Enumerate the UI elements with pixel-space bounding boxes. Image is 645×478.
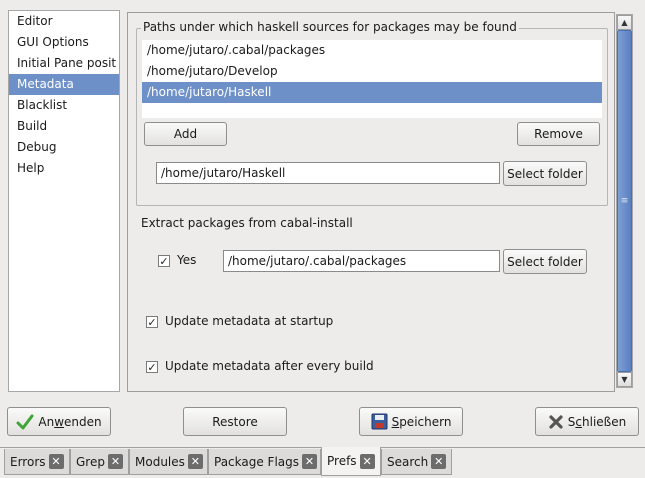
category-item-build[interactable]: Build xyxy=(9,116,119,137)
extract-select-folder-button[interactable]: Select folder xyxy=(503,249,587,274)
floppy-disk-icon xyxy=(371,413,388,430)
tab-label: Grep xyxy=(76,454,105,469)
source-path-input[interactable]: /home/jutaro/Haskell xyxy=(156,162,500,184)
category-item-metadata[interactable]: Metadata xyxy=(9,74,119,95)
tab-close-icon[interactable]: ✕ xyxy=(431,454,447,469)
category-item-initial-pane-positions[interactable]: Initial Pane posit xyxy=(9,53,119,74)
tab-close-icon[interactable]: ✕ xyxy=(187,454,203,469)
tab-close-icon[interactable]: ✕ xyxy=(302,454,318,469)
category-item-gui-options[interactable]: GUI Options xyxy=(9,32,119,53)
update-at-startup-label: Update metadata at startup xyxy=(165,314,334,328)
scroll-down-arrow[interactable]: ▼ xyxy=(617,372,632,387)
extract-section-title: Extract packages from cabal-install xyxy=(141,216,353,230)
close-icon xyxy=(549,414,563,429)
scroll-thumb[interactable]: ≡ xyxy=(617,30,632,372)
add-path-button[interactable]: Add xyxy=(144,122,227,146)
category-list[interactable]: Editor GUI Options Initial Pane posit Me… xyxy=(8,10,120,392)
update-after-build-checkbox[interactable]: ✓ xyxy=(146,361,158,373)
update-after-build-label: Update metadata after every build xyxy=(165,359,374,373)
tab-label: Errors xyxy=(10,454,46,469)
source-paths-list[interactable]: /home/jutaro/.cabal/packages /home/jutar… xyxy=(142,40,602,118)
tab-label: Prefs xyxy=(327,454,357,468)
restore-button[interactable]: Restore xyxy=(183,407,287,436)
category-item-editor[interactable]: Editor xyxy=(9,11,119,32)
category-item-debug[interactable]: Debug xyxy=(9,137,119,158)
remove-path-button[interactable]: Remove xyxy=(517,122,600,146)
tab-errors[interactable]: Errors ✕ xyxy=(4,449,70,475)
save-label: Speichern xyxy=(391,414,452,429)
tab-close-icon[interactable]: ✕ xyxy=(359,453,375,469)
tab-label: Search xyxy=(387,454,429,469)
tab-search[interactable]: Search ✕ xyxy=(381,449,452,475)
tab-prefs[interactable]: Prefs ✕ xyxy=(321,447,381,476)
tab-modules[interactable]: Modules ✕ xyxy=(129,449,208,475)
select-folder-button[interactable]: Select folder xyxy=(503,161,587,186)
tab-label: Package Flags xyxy=(214,454,300,469)
apply-button[interactable]: Anwenden xyxy=(7,407,111,436)
path-row[interactable]: /home/jutaro/.cabal/packages xyxy=(142,40,602,61)
apply-label: Anwenden xyxy=(38,414,102,429)
tab-close-icon[interactable]: ✕ xyxy=(48,454,64,469)
update-at-startup-checkbox[interactable]: ✓ xyxy=(146,316,158,328)
extract-yes-checkbox[interactable]: ✓ xyxy=(158,255,170,267)
close-button[interactable]: Schließen xyxy=(535,407,639,436)
scroll-up-arrow[interactable]: ▲ xyxy=(617,15,632,30)
category-item-help[interactable]: Help xyxy=(9,158,119,179)
tab-close-icon[interactable]: ✕ xyxy=(107,454,123,469)
cabal-packages-path-input[interactable]: /home/jutaro/.cabal/packages xyxy=(223,250,500,272)
source-paths-title: Paths under which haskell sources for pa… xyxy=(141,20,519,34)
tab-label: Modules xyxy=(135,454,185,469)
close-label: Schließen xyxy=(567,414,627,429)
checkmark-icon xyxy=(16,414,34,429)
category-item-blacklist[interactable]: Blacklist xyxy=(9,95,119,116)
extract-yes-label: Yes xyxy=(177,253,197,267)
path-row[interactable]: /home/jutaro/Develop xyxy=(142,61,602,82)
tab-package-flags[interactable]: Package Flags ✕ xyxy=(208,449,321,475)
tab-grep[interactable]: Grep ✕ xyxy=(70,449,129,475)
save-button[interactable]: Speichern xyxy=(359,407,463,436)
path-row-selected[interactable]: /home/jutaro/Haskell xyxy=(142,82,602,103)
